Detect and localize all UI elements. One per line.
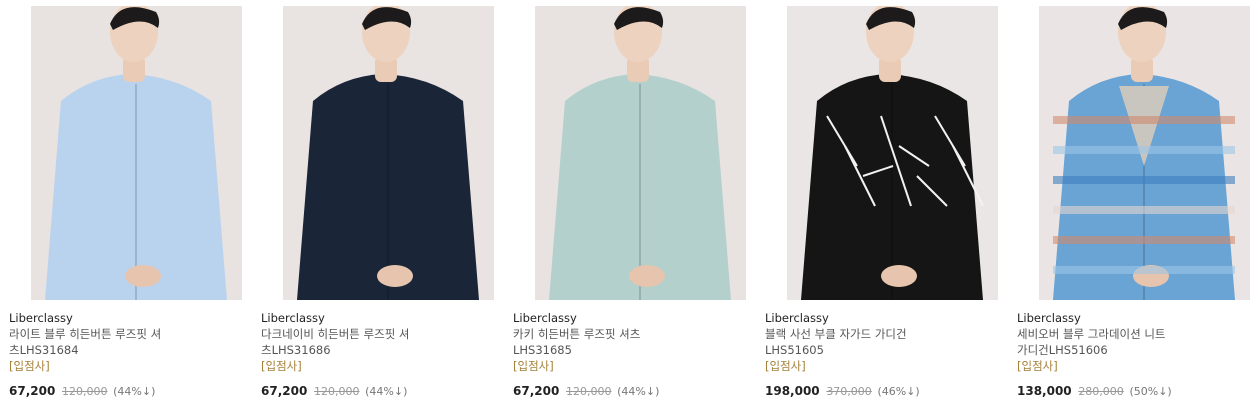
price-row: 67,200 120,000 (44%↓): [513, 384, 659, 398]
gradient-stripe: [1053, 236, 1235, 244]
original-price: 370,000: [826, 385, 872, 398]
model-wearing-cardigan-icon: [787, 6, 998, 300]
product-name-line1[interactable]: 라이트 블루 히든버튼 루즈핏 셔: [9, 326, 241, 342]
model-wearing-shirt-icon: [31, 6, 242, 300]
product-name[interactable]: 카키 히든버튼 루즈핏 셔츠 LHS31685: [513, 326, 745, 358]
gradient-stripe: [1053, 266, 1235, 274]
product-card[interactable]: Liberclassy 다크네이비 히든버튼 루즈핏 셔 츠LHS31686 […: [261, 0, 501, 409]
product-image[interactable]: [1039, 6, 1250, 300]
product-name[interactable]: 블랙 사선 부클 자가드 가디건 LHS51605: [765, 326, 997, 358]
product-brand: Liberclassy: [513, 311, 577, 325]
hands-shape: [881, 265, 917, 287]
product-name-line2[interactable]: 츠LHS31684: [9, 342, 241, 358]
product-name-line2[interactable]: 츠LHS31686: [261, 342, 493, 358]
seller-tag: [입점사]: [1017, 359, 1058, 373]
product-card[interactable]: Liberclassy 카키 히든버튼 루즈핏 셔츠 LHS31685 [입점사…: [513, 0, 753, 409]
price-row: 67,200 120,000 (44%↓): [261, 384, 407, 398]
discount-rate: (46%↓): [877, 385, 920, 398]
seller-tag: [입점사]: [765, 359, 806, 373]
model-wearing-shirt-icon: [535, 6, 746, 300]
seller-tag: [입점사]: [513, 359, 554, 373]
product-brand: Liberclassy: [261, 311, 325, 325]
price-row: 138,000 280,000 (50%↓): [1017, 384, 1172, 398]
price-row: 67,200 120,000 (44%↓): [9, 384, 155, 398]
sale-price: 198,000: [765, 384, 820, 398]
discount-rate: (44%↓): [365, 385, 408, 398]
product-name-line2[interactable]: LHS51605: [765, 342, 997, 358]
gradient-stripe: [1053, 146, 1235, 154]
model-wearing-cardigan-icon: [1039, 6, 1250, 300]
hands-shape: [377, 265, 413, 287]
product-name-line2[interactable]: 가디건LHS51606: [1017, 342, 1249, 358]
hands-shape: [125, 265, 161, 287]
gradient-stripe: [1053, 176, 1235, 184]
original-price: 120,000: [313, 385, 360, 398]
hands-shape: [629, 265, 665, 287]
product-grid: Liberclassy 라이트 블루 히든버튼 루즈핏 셔 츠LHS31684 …: [0, 0, 1257, 409]
model-wearing-shirt-icon: [283, 6, 494, 300]
product-brand: Liberclassy: [765, 311, 829, 325]
product-brand: Liberclassy: [1017, 311, 1081, 325]
discount-rate: (44%↓): [617, 385, 660, 398]
product-name-line1[interactable]: 다크네이비 히든버튼 루즈핏 셔: [261, 326, 493, 342]
product-name[interactable]: 세비오버 블루 그라데이션 니트 가디건LHS51606: [1017, 326, 1249, 358]
product-image[interactable]: [31, 6, 242, 300]
product-name-line2[interactable]: LHS31685: [513, 342, 745, 358]
gradient-stripe: [1053, 116, 1235, 124]
seller-tag: [입점사]: [9, 359, 50, 373]
product-card[interactable]: Liberclassy 라이트 블루 히든버튼 루즈핏 셔 츠LHS31684 …: [9, 0, 249, 409]
product-name[interactable]: 다크네이비 히든버튼 루즈핏 셔 츠LHS31686: [261, 326, 493, 358]
gradient-stripe: [1053, 206, 1235, 214]
sale-price: 67,200: [9, 384, 56, 398]
product-image[interactable]: [283, 6, 494, 300]
product-name-line1[interactable]: 블랙 사선 부클 자가드 가디건: [765, 326, 997, 342]
seller-tag: [입점사]: [261, 359, 302, 373]
product-name-line1[interactable]: 세비오버 블루 그라데이션 니트: [1017, 326, 1249, 342]
discount-rate: (50%↓): [1129, 385, 1172, 398]
original-price: 120,000: [61, 385, 108, 398]
product-brand: Liberclassy: [9, 311, 73, 325]
product-name-line1[interactable]: 카키 히든버튼 루즈핏 셔츠: [513, 326, 745, 342]
sale-price: 138,000: [1017, 384, 1072, 398]
discount-rate: (44%↓): [113, 385, 156, 398]
product-name[interactable]: 라이트 블루 히든버튼 루즈핏 셔 츠LHS31684: [9, 326, 241, 358]
sale-price: 67,200: [261, 384, 308, 398]
price-row: 198,000 370,000 (46%↓): [765, 384, 920, 398]
sale-price: 67,200: [513, 384, 560, 398]
product-card[interactable]: Liberclassy 세비오버 블루 그라데이션 니트 가디건LHS51606…: [1017, 0, 1257, 409]
original-price: 280,000: [1078, 385, 1124, 398]
product-image[interactable]: [787, 6, 998, 300]
product-card[interactable]: Liberclassy 블랙 사선 부클 자가드 가디건 LHS51605 [입…: [765, 0, 1005, 409]
original-price: 120,000: [565, 385, 612, 398]
product-image[interactable]: [535, 6, 746, 300]
